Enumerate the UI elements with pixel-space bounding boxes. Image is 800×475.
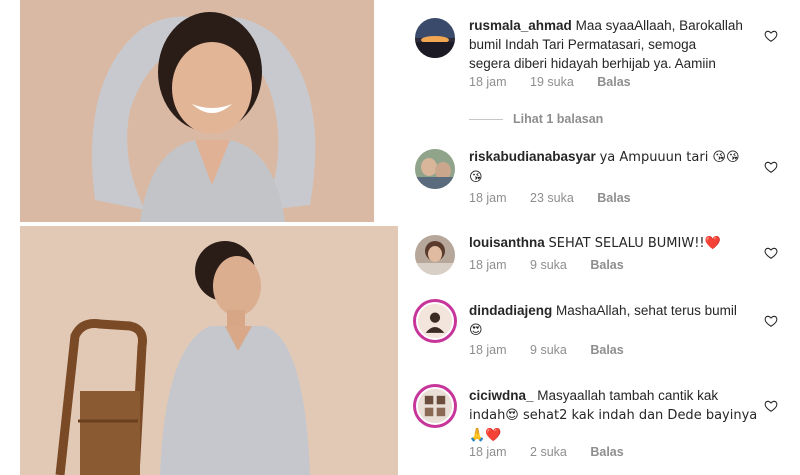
comment-line: SEHAT SELALU BUMIW!!❤️ bbox=[548, 236, 721, 251]
comment-line: 🙏❤️ bbox=[469, 428, 502, 443]
avatar[interactable] bbox=[413, 299, 457, 343]
avatar[interactable] bbox=[415, 235, 455, 275]
comment-meta: 18 jam 2 suka Balas bbox=[469, 445, 644, 459]
comment-username[interactable]: ciciwdna_ bbox=[469, 388, 534, 403]
reply-button[interactable]: Balas bbox=[597, 191, 630, 205]
comment-line: segera diberi hidayah berhijab ya. Aamii… bbox=[469, 56, 716, 71]
view-replies-label: Lihat 1 balasan bbox=[513, 112, 604, 126]
photo-woman-by-wooden-chair bbox=[20, 226, 398, 475]
comment-likes[interactable]: 23 suka bbox=[530, 191, 574, 205]
reply-button[interactable]: Balas bbox=[597, 75, 630, 89]
avatar[interactable] bbox=[413, 384, 457, 428]
comment-time[interactable]: 18 jam bbox=[469, 191, 507, 205]
comment-text: ciciwdna_ Masyaallah tambah cantik kak i… bbox=[469, 386, 759, 445]
comment-line: 😘 bbox=[469, 170, 483, 185]
comment-likes[interactable]: 9 suka bbox=[530, 258, 567, 272]
comment-line: Maa syaaAllaah, Barokallah bbox=[575, 18, 743, 33]
comment-line: bumil Indah Tari Permatasari, semoga bbox=[469, 37, 697, 52]
comment-text: riskabudianabasyar ya Ampuuun tari 😘😘 😘 bbox=[469, 147, 759, 187]
comment-line: 😍 bbox=[469, 323, 483, 338]
comment-username[interactable]: dindadiajeng bbox=[469, 303, 552, 318]
comment-line: ya Ampuuun tari 😘😘 bbox=[599, 150, 740, 165]
comment-likes[interactable]: 19 suka bbox=[530, 75, 574, 89]
reply-button[interactable]: Balas bbox=[590, 258, 623, 272]
comment-text: dindadiajeng MashaAllah, sehat terus bum… bbox=[469, 301, 759, 340]
comment-meta: 18 jam 23 suka Balas bbox=[469, 191, 651, 205]
comment-username[interactable]: rusmala_ahmad bbox=[469, 18, 572, 33]
reply-button[interactable]: Balas bbox=[590, 445, 623, 459]
comment-likes[interactable]: 9 suka bbox=[530, 343, 567, 357]
comment-username[interactable]: louisanthna bbox=[469, 235, 545, 250]
heart-outline-icon[interactable] bbox=[764, 314, 778, 328]
comment-line: Masyaallah tambah cantik kak bbox=[537, 388, 719, 403]
comment-time[interactable]: 18 jam bbox=[469, 343, 507, 357]
avatar[interactable] bbox=[415, 149, 455, 189]
heart-outline-icon[interactable] bbox=[764, 246, 778, 260]
heart-outline-icon[interactable] bbox=[764, 29, 778, 43]
comment-line: MashaAllah, sehat terus bumil bbox=[556, 303, 737, 318]
comment-meta: 18 jam 9 suka Balas bbox=[469, 343, 644, 357]
comment-likes[interactable]: 2 suka bbox=[530, 445, 567, 459]
comment-time[interactable]: 18 jam bbox=[469, 445, 507, 459]
comment-meta: 18 jam 19 suka Balas bbox=[469, 75, 651, 89]
comment-username[interactable]: riskabudianabasyar bbox=[469, 149, 596, 164]
comment-line: indah😍 sehat2 kak indah dan Dede bayinya bbox=[469, 408, 758, 423]
comment-time[interactable]: 18 jam bbox=[469, 75, 507, 89]
avatar-image bbox=[416, 387, 454, 425]
avatar[interactable] bbox=[415, 18, 455, 58]
comments-panel: rusmala_ahmad Maa syaaAllaah, Barokallah… bbox=[400, 0, 800, 475]
comment-text: rusmala_ahmad Maa syaaAllaah, Barokallah… bbox=[469, 16, 759, 73]
heart-outline-icon[interactable] bbox=[764, 160, 778, 174]
comment-meta: 18 jam 9 suka Balas bbox=[469, 258, 644, 272]
reply-button[interactable]: Balas bbox=[590, 343, 623, 357]
divider bbox=[469, 119, 503, 121]
comment-text: louisanthna SEHAT SELALU BUMIW!!❤️ bbox=[469, 233, 759, 253]
heart-outline-icon[interactable] bbox=[764, 399, 778, 413]
view-replies-button[interactable]: Lihat 1 balasan bbox=[469, 112, 603, 126]
avatar-image bbox=[416, 302, 454, 340]
comment-time[interactable]: 18 jam bbox=[469, 258, 507, 272]
photo-woman-hands-on-head bbox=[20, 0, 374, 222]
